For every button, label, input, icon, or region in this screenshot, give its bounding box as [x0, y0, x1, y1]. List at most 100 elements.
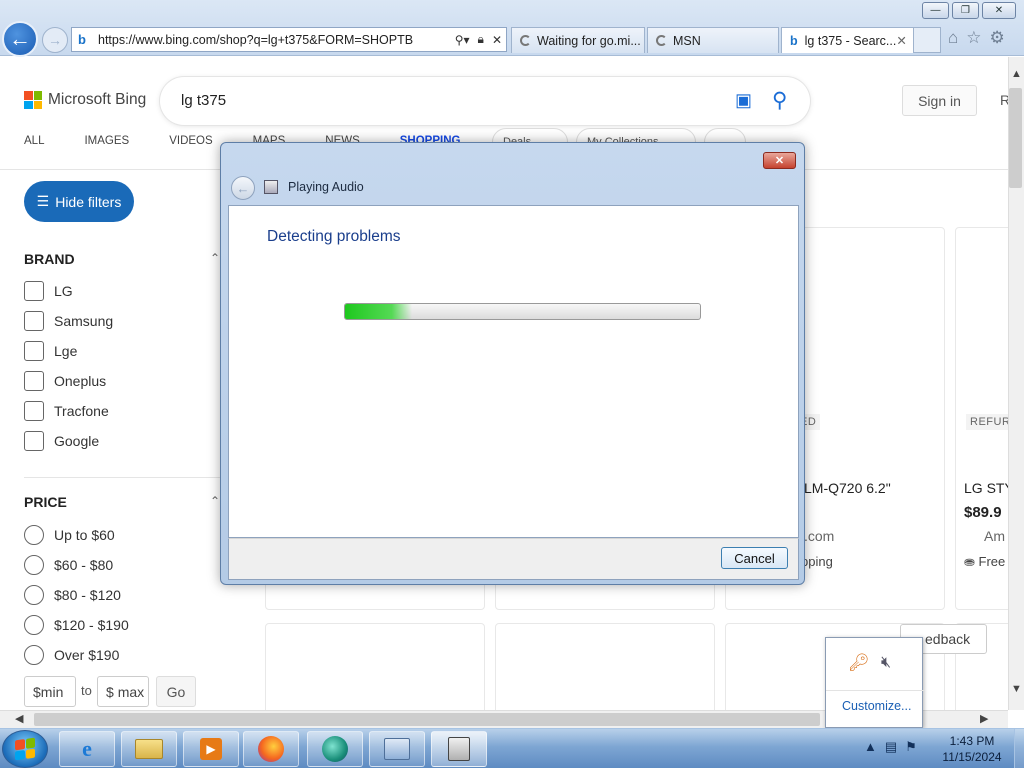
- tab-bing-search[interactable]: b lg t375 - Searc... ✕: [781, 27, 914, 53]
- cancel-button[interactable]: Cancel: [721, 547, 788, 569]
- radio-button[interactable]: [24, 585, 44, 605]
- new-tab-button[interactable]: [913, 27, 941, 53]
- product-card[interactable]: REFUR LG STY $89.9 Am ⛂ Free: [955, 227, 1008, 610]
- troubleshooter-app-icon: [448, 737, 470, 761]
- close-window-button[interactable]: ✕: [982, 2, 1016, 19]
- scroll-down-icon[interactable]: ▼: [1011, 683, 1022, 695]
- radio-button[interactable]: [24, 525, 44, 545]
- price-option-5[interactable]: Over $190: [24, 645, 119, 665]
- price-option-3[interactable]: $80 - $120: [24, 585, 121, 605]
- clock[interactable]: 1:43 PM 11/15/2024: [930, 733, 1014, 765]
- close-tab-icon[interactable]: ✕: [896, 33, 906, 48]
- search-dropdown-icon[interactable]: ⚲▾: [455, 33, 470, 47]
- start-button[interactable]: [2, 730, 48, 768]
- vertical-scroll-thumb[interactable]: [1009, 88, 1022, 188]
- horizontal-scroll-thumb[interactable]: [34, 713, 820, 726]
- radio-button[interactable]: [24, 645, 44, 665]
- radio-button[interactable]: [24, 615, 44, 635]
- scope-images[interactable]: IMAGES: [84, 135, 129, 147]
- checkbox[interactable]: [24, 431, 44, 451]
- brand-option-tracfone[interactable]: Tracfone: [24, 401, 109, 421]
- product-title[interactable]: LM-Q720 6.2": [804, 480, 891, 496]
- search-icon[interactable]: ⚲: [772, 88, 787, 113]
- taskbar-file-explorer[interactable]: [121, 731, 177, 767]
- product-title[interactable]: LG STY: [964, 480, 1008, 496]
- address-url[interactable]: https://www.bing.com/shop?q=lg+t375&FORM…: [98, 33, 451, 47]
- minimize-button[interactable]: —: [922, 2, 949, 19]
- product-card[interactable]: [495, 623, 715, 710]
- hide-filters-button[interactable]: ☰ Hide filters: [24, 181, 134, 222]
- scope-all[interactable]: ALL: [24, 135, 44, 147]
- stop-icon[interactable]: ✕: [492, 33, 502, 47]
- bing-favicon-icon: b: [790, 33, 798, 48]
- dialog-body: Detecting problems: [228, 205, 799, 538]
- network-icon[interactable]: ▤: [885, 739, 897, 755]
- taskbar-troubleshooter[interactable]: [431, 731, 487, 767]
- taskbar-internet-explorer[interactable]: e: [59, 731, 115, 767]
- price-go-button[interactable]: Go: [156, 676, 196, 707]
- address-bar[interactable]: b https://www.bing.com/shop?q=lg+t375&FO…: [71, 27, 507, 52]
- brand-option-oneplus[interactable]: Oneplus: [24, 371, 106, 391]
- taskbar-control-panel[interactable]: [369, 731, 425, 767]
- scroll-left-icon[interactable]: ◀: [15, 712, 23, 725]
- price-option-label: Over $190: [54, 647, 120, 663]
- key-icon[interactable]: 🔑︎: [848, 653, 870, 673]
- search-box[interactable]: lg t375 ▣ ⚲: [160, 77, 810, 125]
- clock-time: 1:43 PM: [949, 734, 995, 748]
- checkbox[interactable]: [24, 341, 44, 361]
- dialog-heading: Detecting problems: [267, 228, 401, 245]
- dialog-close-button[interactable]: ✕: [763, 152, 796, 169]
- product-card[interactable]: [265, 623, 485, 710]
- forward-button[interactable]: →: [42, 27, 68, 53]
- checkbox[interactable]: [24, 401, 44, 421]
- collapse-chevron-icon[interactable]: ⌃: [210, 251, 220, 265]
- checkbox[interactable]: [24, 281, 44, 301]
- price-max-field[interactable]: $ max: [97, 676, 149, 707]
- tray-overflow-popup: 🔑︎ 🔇︎ Customize...: [825, 637, 924, 728]
- price-option-label: $80 - $120: [54, 587, 121, 603]
- show-desktop-button[interactable]: [1014, 729, 1024, 768]
- volume-muted-icon[interactable]: 🔇︎: [881, 654, 891, 672]
- lock-icon[interactable]: 🔒︎: [478, 32, 484, 47]
- clock-date: 11/15/2024: [942, 750, 1002, 764]
- checkbox[interactable]: [24, 371, 44, 391]
- home-icon[interactable]: ⌂: [948, 28, 958, 48]
- brand-option-samsung[interactable]: Samsung: [24, 311, 113, 331]
- scroll-right-icon[interactable]: ▶: [980, 712, 988, 725]
- taskbar-media-player[interactable]: ▶: [183, 731, 239, 767]
- tab-waiting[interactable]: Waiting for go.mi...: [511, 27, 645, 53]
- collapse-chevron-icon[interactable]: ⌃: [210, 494, 220, 508]
- gear-icon[interactable]: ⚙: [990, 28, 1005, 48]
- price-option-4[interactable]: $120 - $190: [24, 615, 129, 635]
- taskbar-firefox[interactable]: [243, 731, 299, 767]
- dialog-back-button[interactable]: ←: [231, 176, 255, 200]
- taskbar-edge-app[interactable]: [307, 731, 363, 767]
- sign-in-button[interactable]: Sign in: [902, 85, 977, 116]
- checkbox[interactable]: [24, 311, 44, 331]
- tab-msn[interactable]: MSN: [647, 27, 779, 53]
- rewards-label[interactable]: R: [1000, 92, 1008, 108]
- back-button[interactable]: ←: [2, 21, 38, 57]
- scroll-up-icon[interactable]: ▲: [1011, 68, 1022, 80]
- troubleshooter-icon: [264, 180, 278, 194]
- media-player-icon: ▶: [200, 738, 222, 760]
- visual-search-icon[interactable]: ▣: [735, 90, 752, 111]
- brand-option-google[interactable]: Google: [24, 431, 99, 451]
- product-shipping: ⛂ Free: [964, 554, 1005, 570]
- price-option-1[interactable]: Up to $60: [24, 525, 115, 545]
- price-min-field[interactable]: $ min: [24, 676, 76, 707]
- brand-option-lg[interactable]: LG: [24, 281, 73, 301]
- radio-button[interactable]: [24, 555, 44, 575]
- star-icon[interactable]: ☆: [966, 28, 981, 48]
- bing-favicon-icon: b: [78, 31, 86, 47]
- brand-option-lge[interactable]: Lge: [24, 341, 77, 361]
- show-hidden-icons-icon[interactable]: ▲: [864, 739, 877, 755]
- scope-videos[interactable]: VIDEOS: [169, 135, 212, 147]
- max-placeholder: max: [117, 683, 145, 700]
- bing-logo[interactable]: Microsoft Bing: [24, 91, 146, 109]
- flag-icon[interactable]: ⚑: [905, 739, 917, 755]
- price-option-2[interactable]: $60 - $80: [24, 555, 113, 575]
- search-input[interactable]: lg t375: [181, 92, 226, 109]
- customize-link[interactable]: Customize...: [842, 699, 911, 713]
- restore-button[interactable]: ❐: [952, 2, 979, 19]
